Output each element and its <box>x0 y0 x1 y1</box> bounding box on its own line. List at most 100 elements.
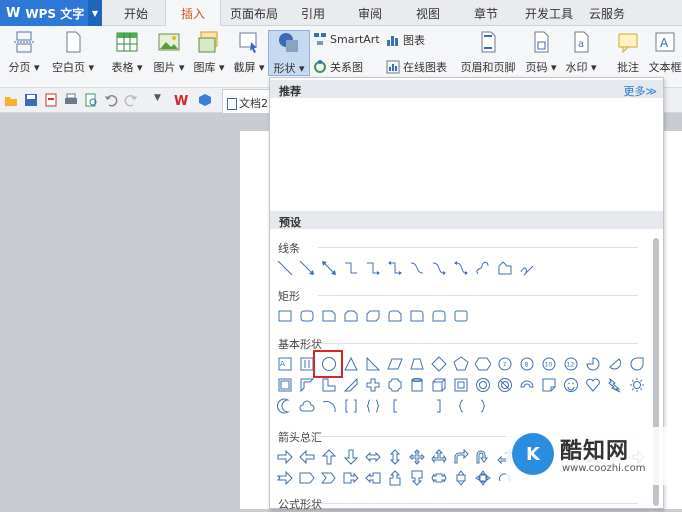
chart-button[interactable]: 图表 <box>386 32 425 48</box>
gallery-button[interactable]: 图库 ▾ <box>190 30 228 75</box>
rectangle-shape[interactable] <box>275 306 296 327</box>
up-arrow-shape[interactable] <box>319 447 340 468</box>
save-icon[interactable] <box>24 93 38 107</box>
triangle-shape[interactable] <box>341 354 362 375</box>
tab-home[interactable]: 开始 <box>112 0 160 26</box>
quad-arrow-shape[interactable] <box>407 447 428 468</box>
elbow-arrow-connector-shape[interactable] <box>363 258 384 279</box>
snip-diagonal-rectangle-shape[interactable] <box>363 306 384 327</box>
cross-shape[interactable] <box>363 375 384 396</box>
parallelogram-shape[interactable] <box>385 354 406 375</box>
right-arrow-shape[interactable] <box>275 447 296 468</box>
elbow-connector-shape[interactable] <box>341 258 362 279</box>
round-diagonal-rectangle-shape[interactable] <box>451 306 472 327</box>
header-footer-button[interactable]: 页眉和页脚 <box>456 30 520 75</box>
table-button[interactable]: 表格 ▾ <box>108 30 146 75</box>
left-brace-shape[interactable] <box>451 396 472 417</box>
trapezoid-shape[interactable] <box>407 354 428 375</box>
frame-shape[interactable] <box>275 375 296 396</box>
left-right-arrow-callout-shape[interactable] <box>429 468 450 489</box>
left-bracket-shape[interactable] <box>385 396 406 417</box>
pentagon-arrow-shape[interactable] <box>297 468 318 489</box>
app-menu-button[interactable]: W WPS 文字 ▼ <box>0 0 102 26</box>
curved-connector-shape[interactable] <box>407 258 428 279</box>
up-down-arrow-callout-shape[interactable] <box>451 468 472 489</box>
elbow-double-arrow-shape[interactable] <box>385 258 406 279</box>
curved-arrow-connector-shape[interactable] <box>429 258 450 279</box>
left-arrow-shape[interactable] <box>297 447 318 468</box>
left-right-up-arrow-shape[interactable] <box>429 447 450 468</box>
block-arc-shape[interactable] <box>517 375 538 396</box>
cube-shape[interactable] <box>429 375 450 396</box>
export-pdf-icon[interactable] <box>44 93 58 107</box>
diamond-shape[interactable] <box>429 354 450 375</box>
tab-review[interactable]: 审阅 <box>350 0 390 26</box>
half-frame-shape[interactable] <box>297 375 318 396</box>
print-icon[interactable] <box>64 93 78 107</box>
curve-shape[interactable] <box>473 258 494 279</box>
can-shape[interactable] <box>407 375 428 396</box>
snip-two-corner-rectangle-shape[interactable] <box>341 306 362 327</box>
line-shape[interactable] <box>275 258 296 279</box>
double-brace-shape[interactable] <box>363 396 384 417</box>
tab-view[interactable]: 视图 <box>408 0 448 26</box>
l-shape[interactable] <box>319 375 340 396</box>
chevron-down-icon[interactable]: ▼ <box>88 0 102 26</box>
screenshot-button[interactable]: 截屏 ▾ <box>230 30 268 75</box>
quad-arrow-callout-shape[interactable] <box>473 468 494 489</box>
down-arrow-shape[interactable] <box>341 447 362 468</box>
freeform-shape[interactable] <box>495 258 516 279</box>
smiley-face-shape[interactable] <box>561 375 582 396</box>
right-brace-shape[interactable] <box>473 396 494 417</box>
more-link[interactable]: 更多≫ <box>623 83 657 99</box>
right-arrow-callout-shape[interactable] <box>341 468 362 489</box>
picture-button[interactable]: 图片 ▾ <box>150 30 188 75</box>
up-down-arrow-shape[interactable] <box>385 447 406 468</box>
curved-double-arrow-shape[interactable] <box>451 258 472 279</box>
comment-button[interactable]: 批注 <box>612 30 644 75</box>
text-box-shape[interactable]: A <box>275 354 296 375</box>
print-preview-icon[interactable] <box>84 93 98 107</box>
shape-button[interactable]: 形状 ▾ <box>268 30 310 76</box>
page-break-button[interactable]: 分页 ▾ <box>4 30 44 75</box>
octagon-shape[interactable]: 8 <box>517 354 538 375</box>
open-folder-icon[interactable] <box>4 93 18 107</box>
wps-w-icon[interactable]: W <box>174 93 188 107</box>
redo-icon[interactable] <box>124 93 138 107</box>
round-two-corner-rectangle-shape[interactable] <box>429 306 450 327</box>
right-bracket-shape[interactable] <box>429 396 450 417</box>
arc-shape[interactable] <box>319 396 340 417</box>
customize-dropdown-icon[interactable]: ▼ <box>154 93 168 107</box>
tab-cloud[interactable]: 云服务 <box>585 0 629 26</box>
cube-icon[interactable] <box>198 93 212 107</box>
watermark-button[interactable]: a 水印 ▾ <box>562 30 600 75</box>
round-one-corner-rectangle-shape[interactable] <box>407 306 428 327</box>
scribble-shape[interactable] <box>517 258 538 279</box>
chord-shape[interactable] <box>605 354 626 375</box>
right-triangle-shape[interactable] <box>363 354 384 375</box>
round-snip-rectangle-shape[interactable] <box>385 306 406 327</box>
tab-section[interactable]: 章节 <box>466 0 506 26</box>
up-arrow-callout-shape[interactable] <box>385 468 406 489</box>
u-turn-arrow-shape[interactable] <box>473 447 494 468</box>
snip-corner-rectangle-shape[interactable] <box>319 306 340 327</box>
online-chart-button[interactable]: 在线图表 <box>386 59 447 75</box>
cloud-shape[interactable] <box>297 396 318 417</box>
double-bracket-shape[interactable] <box>341 396 362 417</box>
hexagon-shape[interactable] <box>473 354 494 375</box>
textbox-button[interactable]: A 文本框 <box>648 30 682 75</box>
heart-shape[interactable] <box>583 375 604 396</box>
left-right-arrow-shape[interactable] <box>363 447 384 468</box>
double-arrow-line-shape[interactable] <box>319 258 340 279</box>
bent-arrow-shape[interactable] <box>451 447 472 468</box>
bevel-shape[interactable] <box>451 375 472 396</box>
donut-shape[interactable] <box>473 375 494 396</box>
relation-chart-button[interactable]: 关系图 <box>313 59 363 75</box>
page-number-button[interactable]: 页码 ▾ <box>522 30 560 75</box>
notched-right-arrow-shape[interactable] <box>275 468 296 489</box>
sun-shape[interactable] <box>627 375 648 396</box>
smartart-button[interactable]: SmartArt <box>313 32 380 46</box>
heptagon-shape[interactable]: 7 <box>495 354 516 375</box>
decagon-shape[interactable]: 10 <box>539 354 560 375</box>
teardrop-shape[interactable] <box>627 354 648 375</box>
